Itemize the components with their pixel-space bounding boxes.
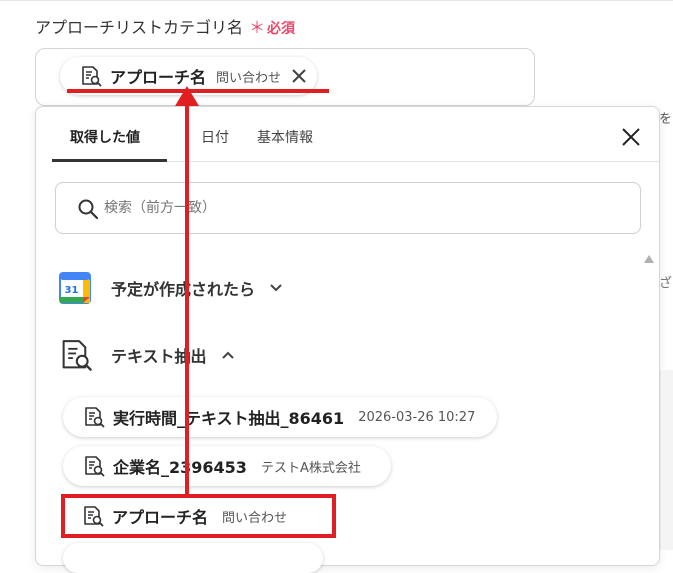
- chevron-up-icon: [221, 350, 235, 360]
- clipped-background-text: を: [659, 112, 673, 127]
- required-star: ＊: [249, 18, 266, 37]
- search-input[interactable]: [102, 197, 622, 219]
- scroll-up-arrow[interactable]: [644, 255, 654, 263]
- background-edge: [660, 370, 673, 550]
- chip-name: 企業名_2396453: [113, 458, 247, 477]
- text-extract-icon: [59, 337, 93, 373]
- tab-basic-info[interactable]: 基本情報: [257, 127, 313, 147]
- search-icon: [77, 198, 99, 220]
- svg-text:31: 31: [65, 285, 79, 296]
- chevron-down-icon: [269, 283, 283, 293]
- remove-chip-icon[interactable]: [291, 68, 307, 84]
- value-chip-company-name[interactable]: 企業名_2396453 テストA株式会社: [63, 446, 391, 486]
- active-tab-indicator: [52, 159, 167, 162]
- field-label: アプローチリストカテゴリ名 ＊必須: [35, 14, 295, 38]
- close-icon[interactable]: [620, 126, 642, 148]
- required-text: 必須: [267, 21, 296, 37]
- chip-name: アプローチ名: [110, 68, 207, 87]
- clipped-background-text: ざ: [659, 276, 673, 291]
- text-extract-icon: [83, 455, 105, 477]
- tab-obtained-values[interactable]: 取得した値: [70, 127, 140, 147]
- value-chip-partial[interactable]: [63, 543, 323, 573]
- top-divider: [0, 0, 673, 1]
- value-chip-approach-name[interactable]: アプローチ名 問い合わせ: [68, 497, 312, 535]
- text-extract-icon: [82, 505, 104, 527]
- google-calendar-icon: 31: [59, 272, 91, 304]
- tab-date[interactable]: 日付: [201, 127, 229, 147]
- chip-name: アプローチ名: [112, 508, 209, 527]
- text-extract-icon: [83, 406, 105, 428]
- section-calendar-trigger[interactable]: 31 予定が作成されたら: [59, 272, 283, 304]
- value-chip-exec-time[interactable]: 実行時間_テキスト抽出_86461 2026-03-26 10:27: [63, 397, 498, 437]
- chip-value: テストA株式会社: [260, 460, 361, 476]
- chip-name: 実行時間_テキスト抽出_86461: [113, 409, 345, 428]
- search-box: [55, 182, 641, 234]
- annotation-arrow-head: [175, 86, 199, 106]
- section-title-text-extract: テキスト抽出: [111, 347, 207, 366]
- field-label-text: アプローチリストカテゴリ名: [35, 18, 244, 37]
- chip-value: 問い合わせ: [216, 70, 282, 86]
- chip-value: 2026-03-26 10:27: [358, 409, 476, 425]
- picker-tabs: 取得した値 日付 基本情報: [52, 107, 659, 162]
- chip-value: 問い合わせ: [222, 510, 288, 526]
- section-title-calendar: 予定が作成されたら: [111, 280, 256, 299]
- section-text-extract-trigger[interactable]: テキスト抽出: [59, 337, 235, 373]
- text-extract-icon: [80, 65, 102, 87]
